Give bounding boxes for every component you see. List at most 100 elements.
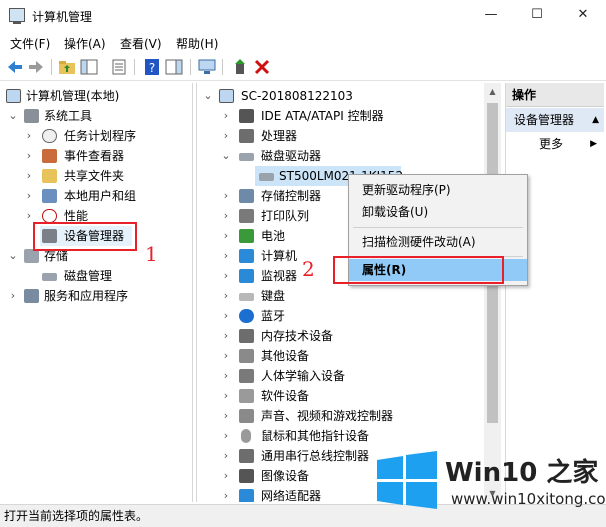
computer-management-icon — [9, 8, 25, 24]
shared-folder-icon — [42, 169, 57, 183]
bluetooth-icon — [239, 309, 254, 323]
uninstall-icon[interactable] — [253, 58, 271, 76]
other-devices-icon — [239, 349, 254, 363]
chevron-right-icon[interactable]: › — [221, 466, 231, 486]
watermark-title: Win10 之家 — [445, 458, 599, 488]
computer-icon — [219, 89, 234, 103]
actions-more[interactable]: 更多 ▶ — [506, 133, 604, 155]
chevron-right-icon[interactable]: › — [24, 146, 34, 166]
menu-scan-hardware[interactable]: 扫描检测硬件改动(A) — [349, 231, 527, 253]
annotation-box-properties — [333, 256, 504, 284]
computer-icon — [239, 249, 254, 263]
chevron-right-icon[interactable]: › — [8, 286, 18, 306]
more-actions-label: 更多 — [539, 137, 564, 151]
toolbar: ? — [0, 53, 606, 81]
monitor-icon — [239, 269, 254, 283]
console-tree: 计算机管理(本地) ⌄ 系统工具 › 任务计划程序 › 事件查看器 › 共享文件… — [2, 83, 193, 502]
chevron-right-icon[interactable]: › — [221, 386, 231, 406]
chevron-right-icon[interactable]: › — [221, 346, 231, 366]
hid-icon — [239, 369, 254, 383]
computer-icon — [6, 89, 21, 103]
menu-uninstall-device[interactable]: 卸载设备(U) — [349, 201, 527, 223]
actions-section[interactable]: 设备管理器 ▲ — [506, 108, 604, 132]
storage-controller-icon — [239, 189, 254, 203]
menu-separator — [353, 227, 523, 228]
disk-drive-icon — [259, 173, 274, 181]
show-hide-tree-icon[interactable] — [80, 58, 98, 76]
action-pane-icon[interactable] — [165, 58, 183, 76]
services-icon — [24, 289, 39, 303]
chevron-right-icon[interactable]: › — [221, 206, 231, 226]
battery-icon — [239, 229, 254, 243]
toolbar-separator — [190, 59, 191, 75]
menu-file[interactable]: 文件(F) — [10, 35, 50, 52]
scan-hardware-icon[interactable] — [198, 58, 216, 76]
chevron-down-icon[interactable]: ⌄ — [8, 106, 18, 126]
watermark-url: www.win10xitong.com — [451, 490, 606, 508]
chevron-right-icon[interactable]: › — [221, 106, 231, 126]
chevron-right-icon[interactable]: › — [221, 126, 231, 146]
chevron-right-icon[interactable]: › — [221, 226, 231, 246]
chevron-down-icon[interactable]: ⌄ — [203, 86, 213, 106]
mouse-icon — [241, 429, 251, 443]
help-icon[interactable]: ? — [143, 58, 161, 76]
chevron-right-icon[interactable]: › — [221, 286, 231, 306]
chevron-right-icon[interactable]: › — [221, 486, 231, 502]
chevron-right-icon[interactable]: › — [221, 426, 231, 446]
actions-pane: 操作 设备管理器 ▲ 更多 ▶ — [505, 83, 604, 502]
annotation-box-device-manager — [33, 222, 137, 251]
chevron-right-icon[interactable]: ▶ — [590, 133, 597, 155]
clock-icon — [42, 129, 57, 143]
menu-action[interactable]: 操作(A) — [64, 35, 106, 52]
chevron-right-icon[interactable]: › — [221, 186, 231, 206]
chevron-right-icon[interactable]: › — [24, 166, 34, 186]
watermark: Win10 之家 www.win10xitong.com — [373, 450, 606, 527]
printer-icon — [239, 209, 254, 223]
chevron-down-icon[interactable]: ⌄ — [221, 146, 231, 166]
chevron-down-icon[interactable]: ⌄ — [8, 246, 18, 266]
chevron-right-icon[interactable]: › — [221, 326, 231, 346]
toolbar-separator — [222, 59, 223, 75]
actions-section-label: 设备管理器 — [514, 113, 575, 127]
window-title: 计算机管理 — [32, 10, 93, 24]
properties-icon[interactable] — [110, 58, 128, 76]
menu-view[interactable]: 查看(V) — [120, 35, 162, 52]
annotation-number-2: 2 — [302, 257, 315, 281]
chevron-right-icon[interactable]: › — [24, 126, 34, 146]
keyboard-icon — [239, 293, 254, 301]
menu-bar: 文件(F) 操作(A) 查看(V) 帮助(H) — [0, 32, 606, 53]
menu-help[interactable]: 帮助(H) — [176, 35, 218, 52]
actions-header: 操作 — [506, 83, 604, 107]
chevron-right-icon[interactable]: › — [221, 406, 231, 426]
annotation-number-1: 1 — [145, 242, 158, 266]
folder-up-icon[interactable] — [58, 58, 76, 76]
camera-icon — [239, 469, 254, 483]
menu-update-driver[interactable]: 更新驱动程序(P) — [349, 179, 527, 201]
minimize-button[interactable]: — — [468, 0, 514, 30]
toolbar-separator — [134, 59, 135, 75]
processor-icon — [239, 129, 254, 143]
maximize-button[interactable]: ☐ — [514, 0, 560, 30]
chevron-right-icon[interactable]: › — [221, 366, 231, 386]
close-button[interactable]: ✕ — [560, 0, 606, 30]
chevron-right-icon[interactable]: › — [221, 246, 231, 266]
collapse-icon[interactable]: ▲ — [592, 108, 599, 132]
title-bar: 计算机管理 — ☐ ✕ — [0, 0, 606, 32]
storage-icon — [24, 249, 39, 263]
disk-icon — [42, 273, 57, 281]
disk-drive-icon — [239, 153, 254, 161]
scroll-up-icon[interactable]: ▲ — [484, 83, 501, 100]
chevron-right-icon[interactable]: › — [221, 306, 231, 326]
sound-icon — [239, 409, 254, 423]
chevron-right-icon[interactable]: › — [24, 186, 34, 206]
ide-controller-icon — [239, 109, 254, 123]
chevron-right-icon[interactable]: › — [221, 266, 231, 286]
update-driver-icon[interactable] — [231, 58, 249, 76]
vertical-scrollbar[interactable]: ▲ ▼ — [484, 83, 501, 502]
event-viewer-icon — [42, 149, 57, 163]
chevron-right-icon[interactable]: › — [221, 446, 231, 466]
back-icon[interactable] — [6, 58, 24, 76]
windows-logo-icon — [377, 451, 437, 509]
device-tree: ⌄ SC-201808122103 › IDE ATA/ATAPI 控制器 › 处理… — [196, 83, 501, 502]
forward-icon[interactable] — [27, 58, 45, 76]
